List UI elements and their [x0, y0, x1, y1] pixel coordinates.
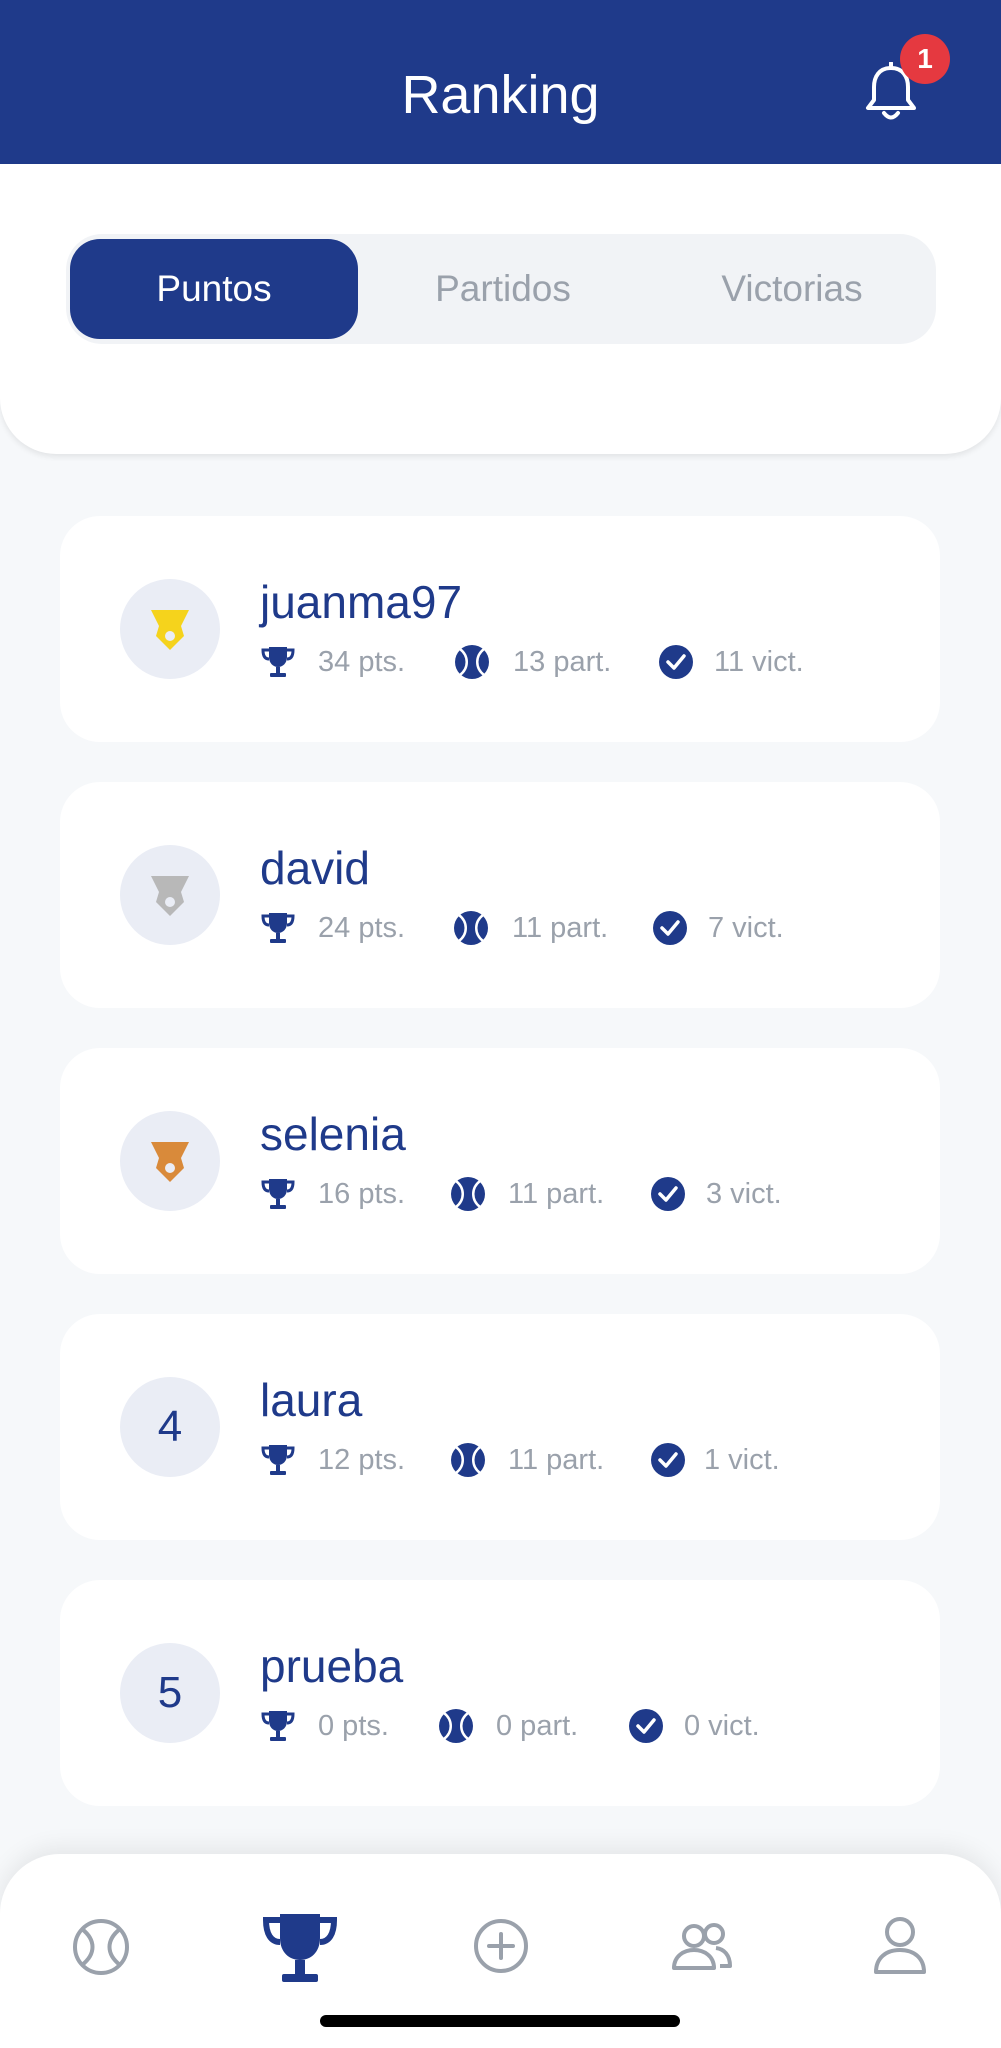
- points-stat: 16 pts.: [318, 1178, 406, 1210]
- tennis-ball-icon: [455, 645, 489, 679]
- trophy-icon: [261, 1711, 295, 1741]
- profile-icon[interactable]: [872, 1916, 928, 1976]
- ranking-card[interactable]: 4 laura 12 pts. 11 part. 1 vict.: [60, 1314, 940, 1540]
- player-name: david: [260, 842, 370, 894]
- matches-stat: 0 part.: [496, 1710, 579, 1742]
- check-circle-icon: [651, 1177, 685, 1211]
- trophy-icon: [261, 913, 295, 943]
- tennis-ball-icon: [439, 1709, 473, 1743]
- filter-panel: Puntos Partidos Victorias: [0, 164, 1001, 454]
- add-circle-icon[interactable]: [473, 1918, 529, 1974]
- wins-stat: 7 vict.: [708, 912, 784, 944]
- trophy-icon: [261, 647, 295, 677]
- ranking-segmented-control: Puntos Partidos Victorias: [66, 234, 936, 344]
- tennis-ball-icon: [454, 911, 488, 945]
- check-circle-icon: [629, 1709, 663, 1743]
- rank-number: 4: [120, 1377, 220, 1477]
- rank-indicator: [120, 1111, 220, 1211]
- trophy-icon[interactable]: [260, 1910, 340, 1990]
- player-name: prueba: [260, 1640, 404, 1692]
- gold-medal-icon: [151, 610, 189, 650]
- tab-partidos[interactable]: Partidos: [358, 234, 648, 344]
- matches-stat: 11 part.: [508, 1444, 605, 1476]
- player-name: juanma97: [260, 576, 463, 628]
- wins-stat: 1 vict.: [704, 1444, 780, 1476]
- wins-stat: 0 vict.: [684, 1710, 760, 1742]
- points-stat: 12 pts.: [318, 1444, 406, 1476]
- home-indicator: [320, 2015, 680, 2027]
- points-stat: 34 pts.: [318, 646, 406, 678]
- tab-puntos[interactable]: Puntos: [70, 239, 358, 339]
- matches-stat: 11 part.: [512, 912, 609, 944]
- ranking-card[interactable]: juanma97 34 pts. 13 part. 11 vict.: [60, 516, 940, 742]
- page-title: Ranking: [401, 65, 600, 125]
- users-icon[interactable]: [670, 1920, 734, 1972]
- ranking-card[interactable]: 5 prueba 0 pts. 0 part. 0 vict.: [60, 1580, 940, 1806]
- wins-stat: 3 vict.: [706, 1178, 782, 1210]
- trophy-icon: [261, 1179, 295, 1209]
- tennis-ball-icon: [451, 1443, 485, 1477]
- silver-medal-icon: [151, 876, 189, 916]
- points-stat: 0 pts.: [318, 1710, 389, 1742]
- tennis-ball-icon[interactable]: [72, 1918, 130, 1976]
- player-name: laura: [260, 1374, 363, 1426]
- tab-victorias[interactable]: Victorias: [648, 234, 936, 344]
- ranking-screen: Ranking 1 Puntos Partidos Victorias juan…: [0, 0, 1001, 2048]
- check-circle-icon: [653, 911, 687, 945]
- check-circle-icon: [651, 1443, 685, 1477]
- app-header: Ranking 1: [0, 0, 1001, 164]
- trophy-icon: [261, 1445, 295, 1475]
- ranking-card[interactable]: selenia 16 pts. 11 part. 3 vict.: [60, 1048, 940, 1274]
- wins-stat: 11 vict.: [714, 646, 804, 678]
- ranking-card[interactable]: david 24 pts. 11 part. 7 vict.: [60, 782, 940, 1008]
- matches-stat: 11 part.: [508, 1178, 605, 1210]
- bronze-medal-icon: [151, 1142, 189, 1182]
- notification-badge: 1: [900, 34, 950, 84]
- check-circle-icon: [659, 645, 693, 679]
- rank-indicator: [120, 845, 220, 945]
- tennis-ball-icon: [451, 1177, 485, 1211]
- player-name: selenia: [260, 1108, 406, 1160]
- points-stat: 24 pts.: [318, 912, 406, 944]
- rank-number: 5: [120, 1643, 220, 1743]
- matches-stat: 13 part.: [513, 646, 612, 678]
- rank-indicator: [120, 579, 220, 679]
